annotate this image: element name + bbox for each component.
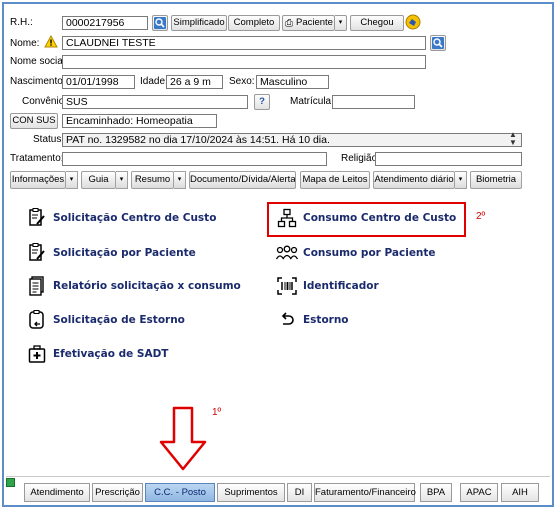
clipboard-return-icon xyxy=(26,310,48,330)
simplificado-button[interactable]: Simplificado xyxy=(171,15,227,31)
down-arrow-annotation-icon xyxy=(159,406,207,471)
idade-input[interactable]: 26 a 9 m xyxy=(166,75,223,89)
nome-input[interactable]: CLAUDNEI TESTE xyxy=(62,36,426,50)
menu-solicitacao-centro-custo[interactable]: Solicitação Centro de Custo xyxy=(26,208,216,228)
con-sus-button[interactable]: CON SUS xyxy=(10,113,58,129)
toolbar-guia[interactable]: Guia xyxy=(81,171,116,189)
toolbar-informacoes[interactable]: Informações xyxy=(10,171,66,189)
magnifier-icon xyxy=(154,17,166,29)
menu-solicitacao-estorno-label: Solicitação de Estorno xyxy=(53,314,185,326)
status-label: Status: xyxy=(33,134,65,145)
toolbar-resumo-arrow[interactable]: ▾ xyxy=(174,171,186,189)
paciente-print-label: Paciente xyxy=(296,17,333,28)
paciente-dropdown-arrow[interactable]: ▾ xyxy=(335,15,347,31)
menu-solicitacao-paciente[interactable]: Solicitação por Paciente xyxy=(26,243,196,263)
status-indicator-icon xyxy=(6,478,15,487)
status-select[interactable]: PAT no. 1329582 no dia 17/10/2024 às 14:… xyxy=(62,133,522,147)
warning-icon xyxy=(44,35,58,48)
sexo-input[interactable]: Masculino xyxy=(256,75,329,89)
nascimento-input[interactable]: 01/01/1998 xyxy=(62,75,135,89)
clipboard-edit-icon xyxy=(26,208,48,228)
document-icon xyxy=(26,276,48,296)
undo-arrow-icon xyxy=(276,310,298,330)
barcode-scan-icon xyxy=(276,276,298,296)
rh-input[interactable]: 0000217956 xyxy=(62,16,148,30)
menu-estorno-label: Estorno xyxy=(303,314,349,326)
nome-social-label: Nome social: xyxy=(10,56,68,67)
chegou-hand-icon[interactable] xyxy=(404,13,422,31)
chegou-button[interactable]: Chegou xyxy=(350,15,404,31)
idade-label: Idade: xyxy=(140,76,168,87)
paciente-print-button[interactable]: ⎙ Paciente xyxy=(282,15,335,31)
nome-label: Nome: xyxy=(10,38,40,49)
tab-atendimento[interactable]: Atendimento xyxy=(24,483,90,502)
sexo-label: Sexo: xyxy=(229,76,255,87)
menu-consumo-centro-custo[interactable]: Consumo Centro de Custo xyxy=(276,208,456,228)
tratamento-label: Tratamento: xyxy=(10,153,64,164)
menu-efetivacao-sadt-label: Efetivação de SADT xyxy=(53,348,169,360)
convenio-label: Convênio: xyxy=(22,96,68,107)
convenio-input[interactable]: SUS xyxy=(62,95,248,109)
tab-prescricao[interactable]: Prescrição xyxy=(92,483,143,502)
matricula-label: Matrícula: xyxy=(290,96,334,107)
hierarchy-icon xyxy=(276,208,298,228)
printer-icon: ⎙ xyxy=(285,18,293,29)
tabs-divider xyxy=(6,476,550,477)
nome-search-button[interactable] xyxy=(430,35,446,51)
menu-consumo-paciente[interactable]: Consumo por Paciente xyxy=(276,243,436,263)
encaminhado-input[interactable]: Encaminhado: Homeopatia xyxy=(62,114,217,128)
tratamento-input[interactable] xyxy=(62,152,327,166)
toolbar-atendimento-arrow[interactable]: ▾ xyxy=(455,171,467,189)
religiao-input[interactable] xyxy=(375,152,522,166)
toolbar-informacoes-arrow[interactable]: ▾ xyxy=(66,171,78,189)
toolbar-biometria[interactable]: Biometria xyxy=(470,171,522,189)
menu-solicitacao-estorno[interactable]: Solicitação de Estorno xyxy=(26,310,185,330)
completo-button[interactable]: Completo xyxy=(228,15,280,31)
toolbar-documento[interactable]: Documento/Dívida/Alerta xyxy=(189,171,296,189)
menu-relatorio-solicitacao-consumo[interactable]: Relatório solicitação x consumo xyxy=(26,276,241,296)
tab-aih[interactable]: AIH xyxy=(501,483,539,502)
menu-solicitacao-paciente-label: Solicitação por Paciente xyxy=(53,247,196,259)
menu-identificador[interactable]: Identificador xyxy=(276,276,379,296)
tab-bpa[interactable]: BPA xyxy=(420,483,452,502)
menu-consumo-centro-custo-label: Consumo Centro de Custo xyxy=(303,212,457,224)
toolbar-guia-arrow[interactable]: ▾ xyxy=(116,171,128,189)
menu-estorno[interactable]: Estorno xyxy=(276,310,349,330)
rh-label: R.H.: xyxy=(10,17,33,28)
menu-efetivacao-sadt[interactable]: Efetivação de SADT xyxy=(26,344,168,364)
matricula-input[interactable] xyxy=(332,95,415,109)
tab-apac[interactable]: APAC xyxy=(460,483,498,502)
annotation-step-1: 1º xyxy=(212,407,222,418)
toolbar-mapa-leitos[interactable]: Mapa de Leitos xyxy=(300,171,370,189)
convenio-help-button[interactable]: ? xyxy=(254,94,270,110)
nascimento-label: Nascimento: xyxy=(10,76,66,87)
status-spin-icon[interactable]: ▲ ▼ xyxy=(509,131,517,147)
tab-cc-posto[interactable]: C.C. - Posto xyxy=(145,483,215,502)
rh-search-button[interactable] xyxy=(152,15,168,31)
menu-consumo-paciente-label: Consumo por Paciente xyxy=(303,247,436,259)
tab-di[interactable]: DI xyxy=(287,483,312,502)
annotation-step-2: 2º xyxy=(476,211,486,222)
menu-solicitacao-centro-custo-label: Solicitação Centro de Custo xyxy=(53,212,217,224)
nome-social-input[interactable] xyxy=(62,55,426,69)
menu-relatorio-solicitacao-consumo-label: Relatório solicitação x consumo xyxy=(53,280,241,292)
clipboard-edit-icon xyxy=(26,243,48,263)
toolbar-atendimento-diario[interactable]: Atendimento diário xyxy=(373,171,455,189)
people-group-icon xyxy=(276,243,298,263)
tab-faturamento-financeiro[interactable]: Faturamento/Financeiro xyxy=(314,483,416,502)
menu-identificador-label: Identificador xyxy=(303,280,379,292)
toolbar-resumo[interactable]: Resumo xyxy=(131,171,174,189)
medical-kit-icon xyxy=(26,344,48,364)
tab-suprimentos[interactable]: Suprimentos xyxy=(217,483,285,502)
magnifier-icon xyxy=(432,37,444,49)
